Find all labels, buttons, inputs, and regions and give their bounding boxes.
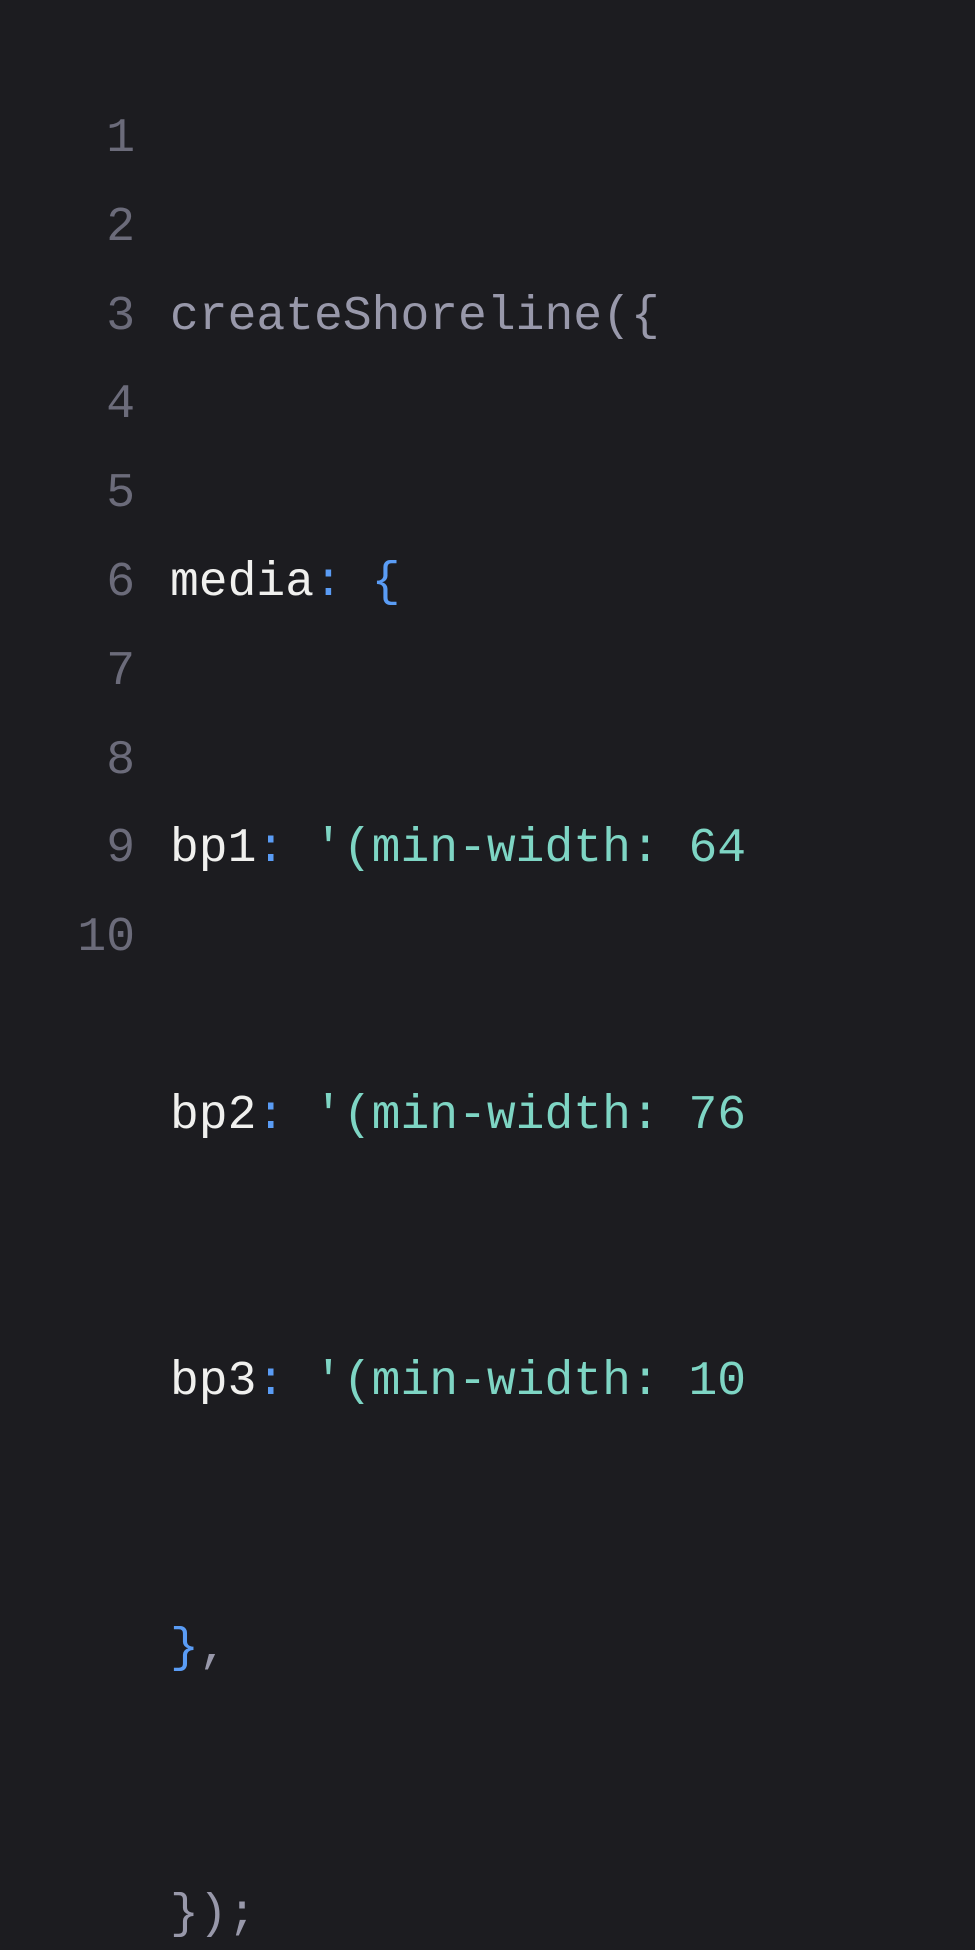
code-area[interactable]: createShoreline({ media: { bp1: '(min-wi…	[170, 95, 746, 1950]
brace-close: }	[170, 1622, 199, 1676]
function-name: createShoreline	[170, 290, 602, 344]
line-number: 3	[0, 273, 135, 362]
colon: :	[256, 1355, 285, 1409]
code-line[interactable]: },	[170, 1605, 746, 1694]
property-key: bp2	[170, 1089, 256, 1143]
code-line[interactable]: bp1: '(min-width: 64	[170, 805, 746, 894]
line-number: 4	[0, 361, 135, 450]
property-key: media	[170, 556, 314, 610]
string-literal: '(min-width: 10	[285, 1355, 746, 1409]
paren-brace-close: });	[170, 1888, 256, 1942]
line-number: 5	[0, 450, 135, 539]
line-number: 1	[0, 95, 135, 184]
code-line[interactable]: bp2: '(min-width: 76	[170, 1072, 746, 1161]
code-line[interactable]: bp3: '(min-width: 10	[170, 1338, 746, 1427]
colon: :	[256, 822, 285, 876]
string-literal: '(min-width: 76	[285, 1089, 746, 1143]
code-line[interactable]: createShoreline({	[170, 273, 746, 362]
brace-open: {	[343, 556, 401, 610]
code-line[interactable]: });	[170, 1871, 746, 1950]
line-number: 7	[0, 628, 135, 717]
property-key: bp1	[170, 822, 256, 876]
line-number: 10	[0, 894, 135, 983]
comma: ,	[199, 1622, 228, 1676]
property-key: bp3	[170, 1355, 256, 1409]
line-number: 6	[0, 539, 135, 628]
string-literal: '(min-width: 64	[285, 822, 746, 876]
line-number: 8	[0, 717, 135, 806]
line-number-gutter: 1 2 3 4 5 6 7 8 9 10	[0, 95, 170, 1950]
line-number: 9	[0, 805, 135, 894]
code-editor[interactable]: 1 2 3 4 5 6 7 8 9 10 createShoreline({ m…	[0, 95, 975, 1950]
colon: :	[314, 556, 343, 610]
line-number: 2	[0, 184, 135, 273]
colon: :	[256, 1089, 285, 1143]
paren-brace-open: ({	[602, 290, 660, 344]
code-line[interactable]: media: {	[170, 539, 746, 628]
